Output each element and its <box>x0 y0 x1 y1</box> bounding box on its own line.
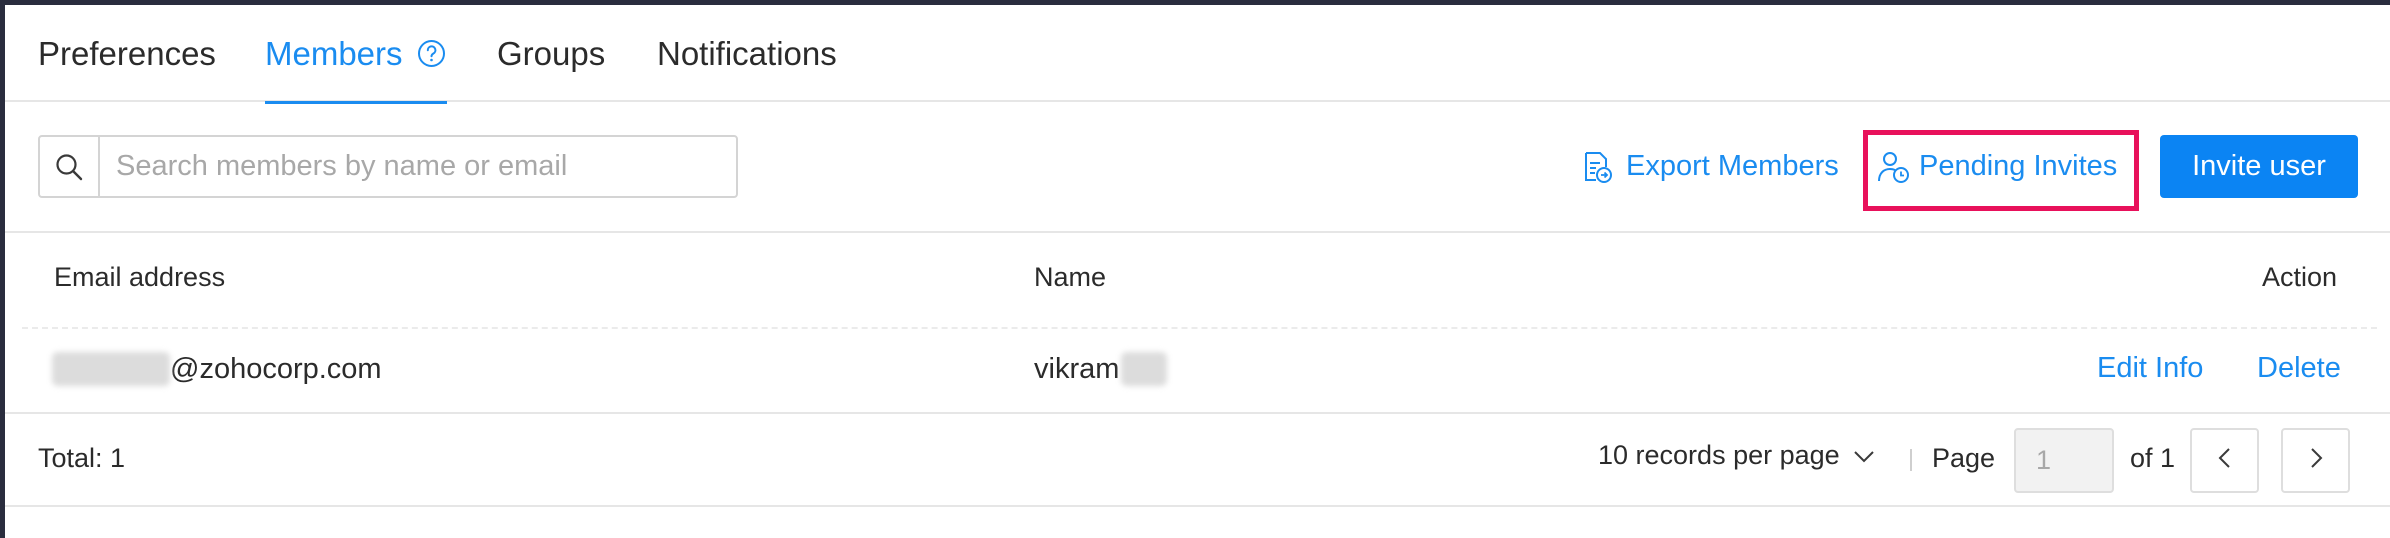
header-separator <box>22 327 2377 329</box>
tab-groups-label: Groups <box>497 34 606 72</box>
redacted-email-prefix <box>52 352 170 386</box>
chevron-right-icon <box>2306 446 2326 475</box>
chevron-left-icon <box>2215 446 2235 475</box>
redacted-name-suffix <box>1121 352 1168 386</box>
invite-user-label: Invite user <box>2192 150 2326 182</box>
pending-invites-button[interactable]: Pending Invites <box>1877 135 2117 198</box>
column-header-email: Email address <box>54 262 226 292</box>
delete-link[interactable]: Delete <box>2257 352 2341 385</box>
chevron-down-icon <box>1852 444 1876 468</box>
name-cell: vikram <box>1034 352 1168 386</box>
column-header-name: Name <box>1034 262 1107 292</box>
pending-invites-icon <box>1877 150 1911 184</box>
tab-bar: Preferences Members Groups Notifications <box>5 5 2390 104</box>
tab-notifications-label: Notifications <box>657 34 837 72</box>
records-per-page-select[interactable]: 10 records per page <box>1598 440 1876 471</box>
tab-preferences[interactable]: Preferences <box>38 5 216 102</box>
page-count-label: of 1 <box>2130 443 2176 473</box>
invite-user-button[interactable]: Invite user <box>2160 135 2358 198</box>
column-header-action: Action <box>2262 262 2338 292</box>
tab-groups[interactable]: Groups <box>497 5 605 102</box>
search-icon <box>40 137 100 196</box>
table-bottom-divider <box>5 412 2390 414</box>
tab-members-label: Members <box>265 34 403 72</box>
pending-invites-label: Pending Invites <box>1919 150 2118 182</box>
edit-info-link[interactable]: Edit Info <box>2097 352 2203 385</box>
export-icon <box>1580 150 1614 184</box>
email-cell: @zohocorp.com <box>52 352 382 386</box>
next-page-button[interactable] <box>2281 428 2350 493</box>
search-box <box>38 135 738 198</box>
page-number-input[interactable] <box>2014 428 2114 493</box>
toolbar-divider <box>5 231 2390 233</box>
total-count: Total: 1 <box>38 443 126 473</box>
tab-notifications[interactable]: Notifications <box>657 5 837 102</box>
export-members-button[interactable]: Export Members <box>1580 135 1839 198</box>
pagination-separator <box>1910 449 1912 471</box>
help-icon[interactable] <box>417 39 446 68</box>
search-input[interactable] <box>100 139 736 194</box>
name-value: vikram <box>1034 352 1120 385</box>
records-per-page-label: 10 records per page <box>1598 440 1840 470</box>
page-label: Page <box>1932 443 1996 473</box>
export-members-label: Export Members <box>1626 150 1839 182</box>
previous-page-button[interactable] <box>2190 428 2259 493</box>
footer-divider <box>5 505 2390 507</box>
email-domain: @zohocorp.com <box>170 352 382 385</box>
tab-members[interactable]: Members <box>265 5 447 104</box>
tab-preferences-label: Preferences <box>38 34 216 72</box>
